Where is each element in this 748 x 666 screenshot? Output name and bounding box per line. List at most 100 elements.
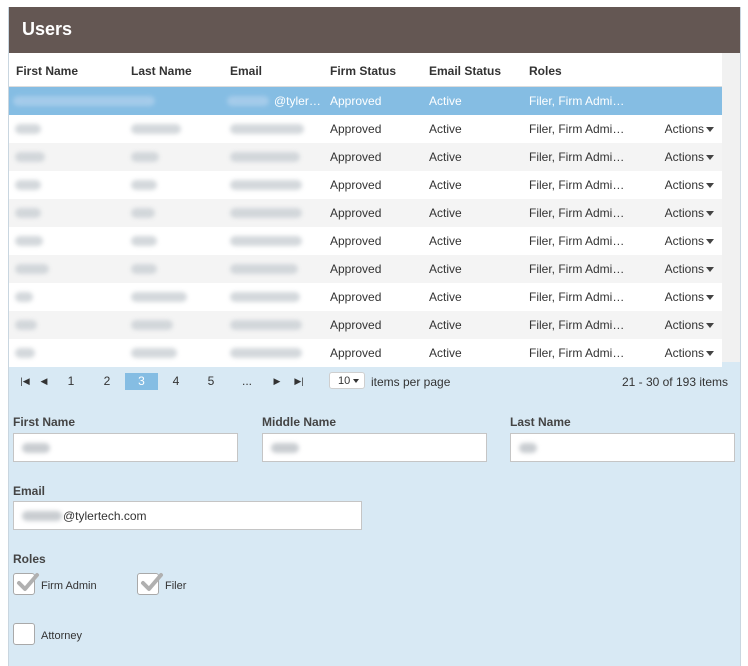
table-row[interactable]: @tyler… Approved Active Filer, Firm Admi…	[9, 87, 722, 115]
roles-label: Roles	[13, 552, 46, 566]
column-last-name[interactable]: Last Name	[131, 64, 192, 78]
checkmark-icon	[141, 573, 163, 591]
table-row[interactable]: Approved Active Filer, Firm Admi… Action…	[9, 255, 722, 283]
last-page-icon[interactable]: ▶|	[292, 373, 306, 390]
caret-down-icon	[706, 323, 714, 329]
page-button-2[interactable]: 2	[99, 373, 115, 390]
firm-status-cell: Approved	[330, 122, 382, 136]
table-row[interactable]: Approved Active Filer, Firm Admi… Action…	[9, 227, 722, 255]
first-name-label: First Name	[13, 415, 76, 429]
firm-status-cell: Approved	[330, 318, 382, 332]
middle-name-label: Middle Name	[262, 415, 337, 429]
table-row[interactable]: Approved Active Filer, Firm Admi… Action…	[9, 199, 722, 227]
checkbox-firm-admin[interactable]	[13, 573, 39, 595]
first-page-icon[interactable]: |◀	[19, 373, 31, 390]
roles-cell: Filer, Firm Admi…	[529, 290, 625, 304]
email-label: Email	[13, 484, 46, 498]
actions-menu[interactable]: Actions	[665, 234, 714, 248]
role-label-firm-admin: Firm Admin	[41, 580, 97, 592]
prev-page-icon[interactable]: ◀	[38, 373, 50, 390]
page-size-select[interactable]: 10	[329, 372, 365, 389]
roles-cell: Filer, Firm Admi…	[529, 206, 625, 220]
caret-down-icon	[706, 239, 714, 245]
actions-menu[interactable]: Actions	[665, 290, 714, 304]
email-status-cell: Active	[429, 234, 462, 248]
firm-status-cell: Approved	[330, 290, 382, 304]
roles-cell: Filer, Firm Admi…	[529, 94, 625, 108]
column-first-name[interactable]: First Name	[16, 64, 78, 78]
users-grid: First Name Last Name Email Firm Status E…	[9, 53, 722, 367]
firm-status-cell: Approved	[330, 94, 382, 108]
last-name-label: Last Name	[510, 415, 571, 429]
firm-status-cell: Approved	[330, 234, 382, 248]
table-row[interactable]: Approved Active Filer, Firm Admi… Action…	[9, 311, 722, 339]
caret-down-icon	[706, 267, 714, 273]
email-status-cell: Active	[429, 150, 462, 164]
email-status-cell: Active	[429, 346, 462, 360]
roles-cell: Filer, Firm Admi…	[529, 178, 625, 192]
table-row[interactable]: Approved Active Filer, Firm Admi… Action…	[9, 339, 722, 367]
actions-menu[interactable]: Actions	[665, 318, 714, 332]
caret-down-icon	[706, 211, 714, 217]
actions-menu[interactable]: Actions	[665, 262, 714, 276]
role-label-attorney: Attorney	[41, 630, 82, 642]
caret-down-icon	[706, 155, 714, 161]
email-cell: @tyler…	[274, 94, 321, 108]
grid-scrollbar[interactable]	[722, 53, 740, 362]
column-roles[interactable]: Roles	[529, 64, 562, 78]
roles-cell: Filer, Firm Admi…	[529, 150, 625, 164]
grid-header: First Name Last Name Email Firm Status E…	[9, 53, 722, 87]
caret-down-icon	[706, 183, 714, 189]
email-status-cell: Active	[429, 290, 462, 304]
roles-cell: Filer, Firm Admi…	[529, 346, 625, 360]
panel-header: Users	[9, 7, 740, 53]
roles-cell: Filer, Firm Admi…	[529, 318, 625, 332]
checkbox-filer[interactable]	[137, 573, 163, 595]
email-field[interactable]: @tylertech.com	[13, 501, 362, 530]
email-status-cell: Active	[429, 94, 462, 108]
page-button-1[interactable]: 1	[63, 373, 79, 390]
checkmark-icon	[17, 573, 39, 591]
column-email-status[interactable]: Email Status	[429, 64, 501, 78]
middle-name-field[interactable]	[262, 433, 487, 462]
caret-down-icon	[706, 295, 714, 301]
table-row[interactable]: Approved Active Filer, Firm Admi… Action…	[9, 143, 722, 171]
roles-cell: Filer, Firm Admi…	[529, 262, 625, 276]
firm-status-cell: Approved	[330, 206, 382, 220]
role-label-filer: Filer	[165, 580, 187, 592]
column-firm-status[interactable]: Firm Status	[330, 64, 396, 78]
page-button-4[interactable]: 4	[168, 373, 184, 390]
page-button-3[interactable]: 3	[125, 373, 158, 390]
page-button-5[interactable]: 5	[203, 373, 219, 390]
email-status-cell: Active	[429, 122, 462, 136]
next-page-icon[interactable]: ▶	[271, 373, 283, 390]
page-button-more[interactable]: ...	[237, 373, 257, 390]
actions-menu[interactable]: Actions	[665, 206, 714, 220]
actions-menu[interactable]: Actions	[665, 178, 714, 192]
email-status-cell: Active	[429, 318, 462, 332]
caret-down-icon	[353, 379, 360, 384]
table-row[interactable]: Approved Active Filer, Firm Admi… Action…	[9, 283, 722, 311]
roles-cell: Filer, Firm Admi…	[529, 122, 625, 136]
table-row[interactable]: Approved Active Filer, Firm Admi… Action…	[9, 171, 722, 199]
caret-down-icon	[706, 127, 714, 133]
pager: |◀ ◀ 1 2 3 4 5 ... ▶ ▶| 10 items per pag…	[9, 369, 740, 397]
firm-status-cell: Approved	[330, 150, 382, 164]
column-email[interactable]: Email	[230, 64, 262, 78]
page-size-label: items per page	[371, 375, 451, 389]
actions-menu[interactable]: Actions	[665, 346, 714, 360]
users-panel: Users First Name Last Name Email Firm St…	[8, 7, 741, 666]
table-row[interactable]: Approved Active Filer, Firm Admi… Action…	[9, 115, 722, 143]
email-status-cell: Active	[429, 206, 462, 220]
actions-menu[interactable]: Actions	[665, 150, 714, 164]
caret-down-icon	[706, 351, 714, 357]
last-name-field[interactable]	[510, 433, 735, 462]
email-field-value: @tylertech.com	[63, 509, 147, 523]
page-title: Users	[22, 19, 73, 39]
checkbox-attorney[interactable]	[13, 623, 35, 645]
actions-menu[interactable]: Actions	[665, 122, 714, 136]
first-name-field[interactable]	[13, 433, 238, 462]
firm-status-cell: Approved	[330, 178, 382, 192]
email-status-cell: Active	[429, 178, 462, 192]
firm-status-cell: Approved	[330, 346, 382, 360]
